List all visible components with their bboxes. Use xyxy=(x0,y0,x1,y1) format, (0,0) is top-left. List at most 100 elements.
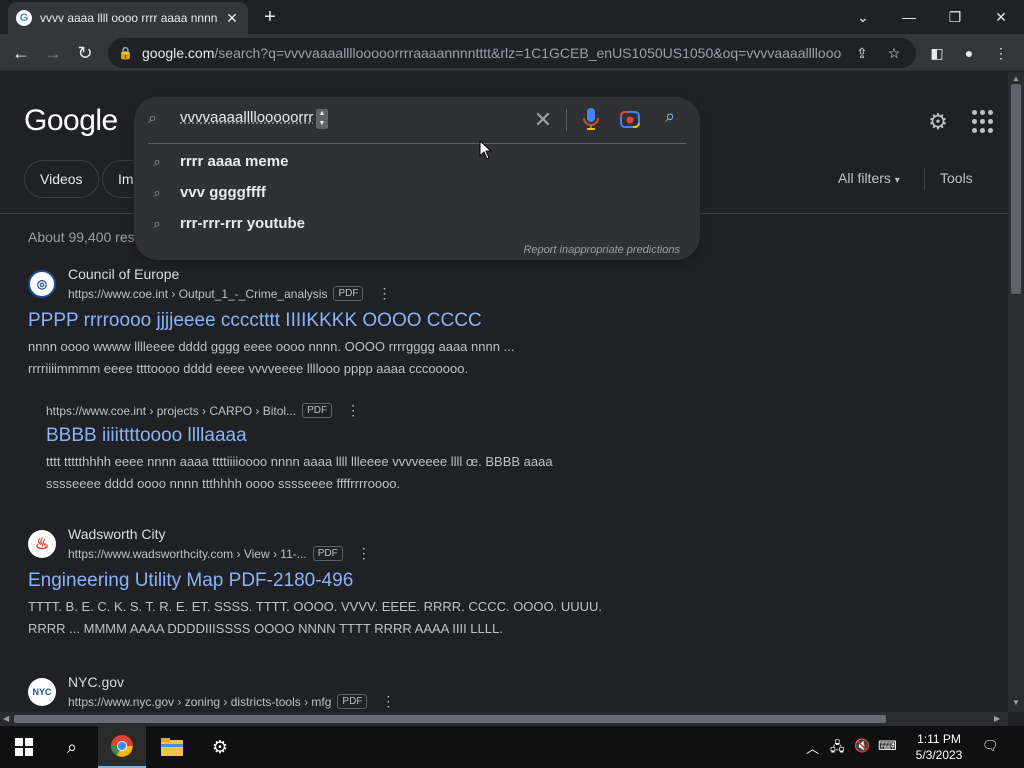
result-snippet-line1: tttt ttttthhhh eeee nnnn aaaa ttttiiiioo… xyxy=(46,454,553,469)
new-tab-button[interactable]: + xyxy=(258,6,282,30)
search-box-dropdown: ⌕ vvvvaaaallllooooorrr ▲ ▼ ✕ ⌕ ⌕ rrrr aaa… xyxy=(134,97,700,260)
volume-muted-icon[interactable]: 🔇 xyxy=(854,738,870,754)
horizontal-scrollbar-thumb[interactable] xyxy=(14,715,886,723)
result-snippet-line2: sssseeee dddd oooo nnnn ttthhhh oooo sss… xyxy=(46,476,401,491)
search-submit-icon[interactable]: ⌕ xyxy=(658,106,682,127)
tab-title: vvvv aaaa llll oooo rrrr aaaa nnnn xyxy=(40,11,218,25)
suggestion-item[interactable]: ⌕ rrr-rrr-rrr youtube xyxy=(134,208,700,239)
lock-icon[interactable]: 🔒 xyxy=(118,46,133,60)
gear-icon[interactable]: ⚙ xyxy=(924,108,952,136)
taskbar-search-icon[interactable]: ⌕ xyxy=(48,726,96,768)
windows-icon[interactable] xyxy=(0,726,48,768)
tab-close-icon[interactable]: ✕ xyxy=(224,10,240,27)
result-snippet-line1: TTTT. B. E. C. K. S. T. R. E. ET. SSSS. … xyxy=(28,599,603,614)
notification-icon[interactable]: 🗨 xyxy=(982,738,999,754)
result-stats: About 99,400 res xyxy=(28,229,135,245)
suggestion-item[interactable]: ⌕ vvv ggggffff xyxy=(134,177,700,208)
result-snippet-line2: RRRR ... MMMM AAAA DDDDIIISSSS OOOO NNNN… xyxy=(28,621,503,636)
site-url[interactable]: https://www.coe.int › projects › CARPO ›… xyxy=(46,402,646,419)
site-name[interactable]: Wadsworth City xyxy=(68,526,371,542)
pdf-badge: PDF xyxy=(312,546,343,561)
scroll-left-arrow-icon[interactable]: ◀ xyxy=(3,714,9,723)
search-icon: ⌕ xyxy=(148,110,157,127)
search-icon: ⌕ xyxy=(153,153,161,169)
close-window-button[interactable]: ✕ xyxy=(978,4,1024,30)
more-options-icon[interactable]: ⋮ xyxy=(377,285,391,302)
search-result: ◎ Council of Europe https://www.coe.int … xyxy=(28,264,628,380)
search-box-divider-line xyxy=(148,143,686,144)
minimize-button[interactable]: — xyxy=(886,4,932,30)
result-title[interactable]: BBBB iiiittttoooo llllaaaa xyxy=(46,425,646,447)
site-name[interactable]: Council of Europe xyxy=(68,266,391,282)
lens-icon[interactable] xyxy=(620,109,640,129)
back-button[interactable]: ← xyxy=(8,40,34,66)
browser-toolbar: ← → ↻ 🔒 google.com/search?q=vvvvaaaallll… xyxy=(0,34,1024,71)
site-url[interactable]: https://www.wadsworthcity.com › View › 1… xyxy=(68,545,371,562)
search-box: ⌕ vvvvaaaallllooooorrr ▲ ▼ ✕ ⌕ xyxy=(134,97,700,143)
more-options-icon[interactable]: ⋮ xyxy=(381,693,395,710)
result-title[interactable]: PPPP rrrroooo jjjjeeee cccctttt IIIIKKKK… xyxy=(28,310,628,332)
google-favicon-icon: G xyxy=(16,10,32,26)
vertical-scrollbar-thumb[interactable] xyxy=(1011,84,1021,294)
coe-site-icon: ◎ xyxy=(28,270,56,298)
network-icon[interactable]: 🖧 xyxy=(830,738,845,760)
suggestion-text: vvv ggggffff xyxy=(180,184,266,201)
search-result: NYC NYC.gov https://www.nyc.gov › zoning… xyxy=(28,672,628,712)
more-options-icon[interactable]: ⋮ xyxy=(346,402,360,419)
chrome-icon[interactable] xyxy=(98,726,146,768)
address-bar[interactable]: 🔒 google.com/search?q=vvvvaaaallllooooor… xyxy=(108,38,916,68)
restore-button[interactable]: ❐ xyxy=(932,4,978,30)
result-title[interactable]: Engineering Utility Map PDF-2180-496 xyxy=(28,570,628,592)
nyc-site-icon: NYC xyxy=(28,678,56,706)
reload-button[interactable]: ↻ xyxy=(72,40,98,66)
scroll-down-arrow-icon[interactable]: ▼ xyxy=(1012,698,1020,707)
input-scroll-handle[interactable]: ▲ ▼ xyxy=(316,109,328,129)
tray-chevron-icon[interactable]: ︿ xyxy=(806,738,819,757)
chip-videos[interactable]: Videos xyxy=(24,160,99,198)
bookmark-star-icon[interactable]: ☆ xyxy=(882,45,906,62)
side-panel-icon[interactable]: ◧ xyxy=(926,42,948,64)
search-result: ♨ Wadsworth City https://www.wadsworthci… xyxy=(28,524,628,640)
settings-icon[interactable]: ⚙ xyxy=(196,726,244,768)
file-explorer-icon[interactable] xyxy=(148,726,196,768)
share-icon[interactable]: ⇪ xyxy=(850,45,874,62)
result-snippet-line2: rrrriiiimmmm eeee ttttoooo dddd eeee vvv… xyxy=(28,361,469,376)
mic-icon[interactable] xyxy=(582,107,600,131)
scroll-right-arrow-icon[interactable]: ▶ xyxy=(994,714,1000,723)
suggestion-item[interactable]: ⌕ rrrr aaaa meme xyxy=(134,146,700,177)
google-logo[interactable]: Google xyxy=(24,104,118,138)
tab-search-chevron-icon[interactable]: ⌄ xyxy=(840,4,886,30)
site-url[interactable]: https://www.coe.int › Output_1_-_Crime_a… xyxy=(68,285,391,302)
site-name[interactable]: NYC.gov xyxy=(68,674,395,690)
keyboard-icon[interactable]: ⌨ xyxy=(878,738,897,754)
system-clock[interactable]: 1:11 PM 5/3/2023 xyxy=(908,731,970,763)
vertical-scrollbar[interactable]: ▲ ▼ xyxy=(1008,72,1024,712)
forward-button[interactable]: → xyxy=(40,40,66,66)
search-box-divider xyxy=(566,109,567,131)
report-predictions-link[interactable]: Report inappropriate predictions xyxy=(523,244,680,256)
url-text[interactable]: google.com/search?q=vvvvaaaallllooooorrr… xyxy=(142,45,842,61)
windows-taskbar: ⌕ ⚙ ︿ 🖧 🔇 ⌨ 1:11 PM 5/3/2023 🗨 xyxy=(0,726,1024,768)
chrome-menu-icon[interactable]: ⋮ xyxy=(990,42,1012,64)
tools-button[interactable]: Tools xyxy=(940,170,973,186)
site-url[interactable]: https://www.nyc.gov › zoning › districts… xyxy=(68,693,395,710)
more-options-icon[interactable]: ⋮ xyxy=(357,545,371,562)
profile-avatar-icon[interactable]: ● xyxy=(958,42,980,64)
clock-date: 5/3/2023 xyxy=(915,748,963,762)
search-results-page: Google ⚙ Videos Im All filters ▾ Tools A… xyxy=(0,72,1008,712)
pdf-badge: PDF xyxy=(337,694,368,709)
browser-tab[interactable]: G vvvv aaaa llll oooo rrrr aaaa nnnn ✕ xyxy=(8,2,248,34)
browser-title-bar: G vvvv aaaa llll oooo rrrr aaaa nnnn ✕ +… xyxy=(0,0,1024,34)
search-result: https://www.coe.int › projects › CARPO ›… xyxy=(46,402,646,495)
horizontal-scrollbar[interactable]: ◀ ▶ xyxy=(0,712,1008,726)
clock-time: 1:11 PM xyxy=(917,732,961,746)
filter-divider xyxy=(924,168,925,190)
all-filters-button[interactable]: All filters ▾ xyxy=(838,170,900,186)
pdf-badge: PDF xyxy=(333,286,364,301)
search-icon: ⌕ xyxy=(153,215,161,231)
clear-icon[interactable]: ✕ xyxy=(532,107,554,133)
scroll-up-arrow-icon[interactable]: ▲ xyxy=(1012,74,1020,83)
apps-icon[interactable] xyxy=(972,110,996,134)
flame-site-icon: ♨ xyxy=(28,530,56,558)
search-input[interactable]: vvvvaaaallllooooorrr xyxy=(180,109,326,131)
